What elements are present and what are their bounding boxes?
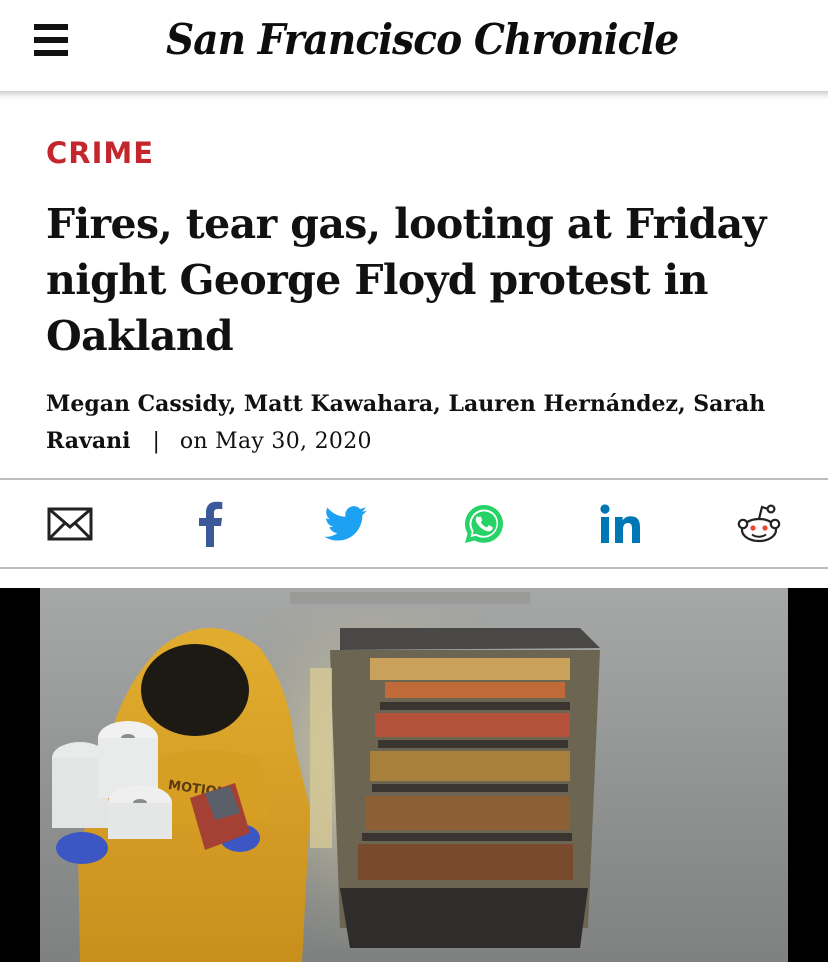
menu-bar: [34, 24, 68, 30]
hero-image[interactable]: MOTION: [40, 588, 788, 962]
share-facebook-button[interactable]: [180, 480, 240, 567]
section-label[interactable]: CRIME: [46, 136, 154, 170]
article-headline: Fires, tear gas, looting at Friday night…: [46, 200, 766, 360]
share-whatsapp-button[interactable]: [456, 480, 512, 567]
share-twitter-button[interactable]: [318, 480, 374, 567]
menu-bar: [34, 37, 68, 43]
site-header: San Francisco Chronicle: [0, 0, 828, 92]
byline: Megan Cassidy, Matt Kawahara, Lauren Her…: [46, 386, 806, 460]
reddit-icon: [737, 503, 781, 542]
linkedin-icon: [600, 503, 640, 543]
facebook-icon: [199, 501, 223, 547]
share-linkedin-button[interactable]: [592, 480, 652, 567]
share-bar: [0, 478, 828, 569]
byline-separator: |: [152, 429, 160, 454]
whatsapp-icon: [465, 504, 503, 543]
twitter-icon: [324, 505, 367, 541]
publish-date: on May 30, 2020: [179, 429, 372, 454]
email-icon: [47, 507, 93, 540]
header-shadow: [0, 91, 828, 100]
share-reddit-button[interactable]: [732, 480, 786, 567]
looting-photo-illustration: MOTION: [40, 588, 788, 962]
menu-icon[interactable]: [34, 24, 70, 58]
menu-bar: [34, 50, 68, 56]
share-email-button[interactable]: [40, 480, 100, 567]
masthead-logo[interactable]: San Francisco Chronicle: [166, 8, 679, 72]
hero-image-frame: MOTION: [0, 588, 828, 962]
